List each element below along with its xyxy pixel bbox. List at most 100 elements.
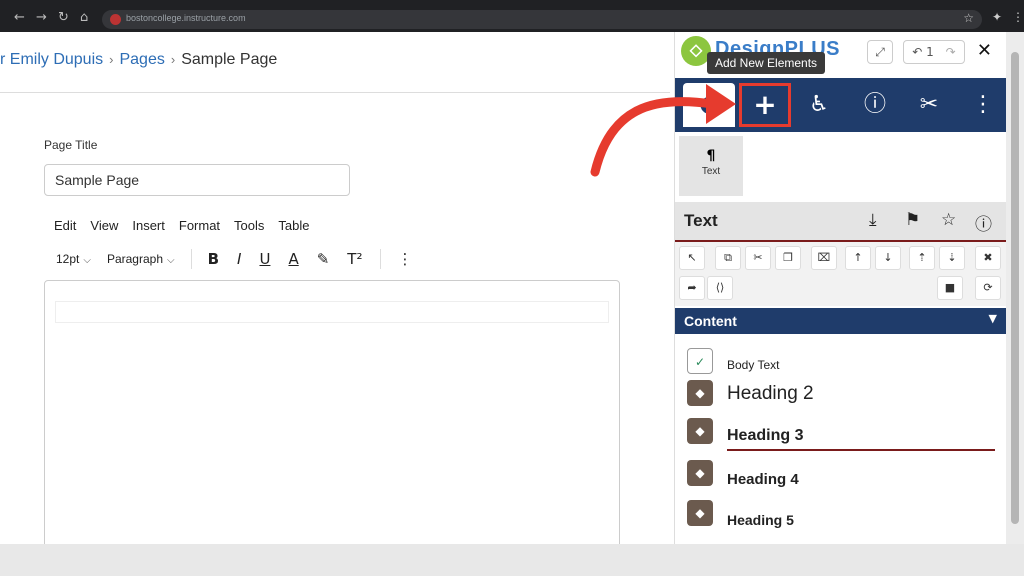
underline-button[interactable]: U (259, 250, 270, 268)
font-size-value: 12pt (56, 252, 80, 266)
more-options-icon[interactable]: ⋮ (397, 250, 412, 268)
italic-button[interactable]: I (237, 250, 241, 268)
insert-after-icon[interactable]: ⇣ (939, 246, 965, 270)
designplus-tabbar: ● + ♿ ⓘ ✂ ⋮ (675, 78, 1007, 132)
content-item-label: Heading 2 (727, 383, 814, 404)
paragraph-icon: ¶ (706, 148, 716, 164)
undo-redo-group: ↶ 1 ↷ (903, 40, 965, 64)
help-icon[interactable]: ⓘ (849, 83, 901, 127)
breadcrumb-current: Sample Page (181, 51, 278, 68)
element-tools: ↖ ⧉ ✂ ❐ ⌧ ↑ ↓ ⇡ ⇣ ✖ ➦ ⟨⟩ ■ ⟳ (675, 242, 1007, 306)
menu-view[interactable]: View (90, 218, 118, 233)
checkmark-icon: ✓ (687, 348, 713, 374)
browser-toolbar: ← → ↻ ⌂ bostoncollege.instructure.com ☆ … (0, 0, 1024, 32)
drag-handle-icon[interactable]: ◆ (687, 500, 713, 526)
close-icon[interactable]: ✕ (977, 40, 992, 61)
toolbar-divider (190, 249, 192, 269)
toolbar-divider (380, 249, 382, 269)
address-bar[interactable]: bostoncollege.instructure.com ☆ (102, 10, 982, 29)
site-favicon-icon (110, 14, 121, 25)
forward-icon[interactable]: → (36, 10, 47, 25)
section-header: Text ⤓ ⚑ ☆ ⓘ (675, 202, 1007, 242)
menu-format[interactable]: Format (179, 218, 220, 233)
scrollbar-thumb[interactable] (1011, 52, 1019, 524)
redo-icon[interactable]: ↷ (946, 45, 956, 59)
tab-current-icon[interactable]: ● (683, 83, 735, 127)
move-down-icon[interactable]: ↓ (875, 246, 901, 270)
trash-icon[interactable]: ✖ (975, 246, 1001, 270)
chevron-down-icon[interactable]: ▼ (989, 312, 997, 325)
bookmark-star-icon[interactable]: ☆ (963, 11, 974, 25)
content-item-label: Body Text (727, 358, 780, 372)
more-vertical-icon[interactable]: ⋮ (957, 83, 1009, 127)
page-title-input[interactable] (44, 164, 350, 196)
refresh-icon[interactable]: ⟳ (975, 276, 1001, 300)
breadcrumb-separator: › (109, 52, 114, 67)
editor-menubar: Edit View Insert Format Tools Table (54, 218, 309, 233)
drag-handle-icon[interactable]: ◆ (687, 460, 713, 486)
editor-content-block[interactable] (55, 301, 609, 323)
tools-icon[interactable]: ✂ (903, 83, 955, 127)
content-item-label: Heading 4 (727, 471, 799, 488)
download-icon[interactable]: ⤓ (869, 210, 877, 230)
designplus-panel: ◇ DesignPLUS ⤢ ↶ 1 ↷ ✕ ● + ♿ ⓘ ✂ ⋮ Add N… (674, 32, 1007, 544)
text-color-button[interactable]: A (288, 250, 298, 268)
drag-handle-icon[interactable]: ◆ (687, 418, 713, 444)
expand-icon[interactable]: ⤢ (867, 40, 893, 64)
insert-before-icon[interactable]: ⇡ (909, 246, 935, 270)
content-item-label: Heading 3 (727, 427, 804, 444)
menu-table[interactable]: Table (278, 218, 309, 233)
copy-icon[interactable]: ⧉ (715, 246, 741, 270)
duplicate-icon[interactable]: ❐ (775, 246, 801, 270)
rich-content-editor[interactable] (44, 280, 620, 544)
undo-count: 1 (926, 45, 934, 59)
address-url[interactable]: bostoncollege.instructure.com (126, 13, 246, 23)
breadcrumb-separator: › (170, 52, 176, 67)
back-icon[interactable]: ← (14, 10, 25, 25)
canvas-app: r Emily Dupuis › Pages › Sample Page Page Ti… (0, 32, 1010, 544)
header-divider (0, 92, 670, 93)
content-section-header[interactable]: Content ▼ (675, 308, 1007, 334)
code-icon[interactable]: ⟨⟩ (707, 276, 733, 300)
redo-arrow-icon[interactable]: ➦ (679, 276, 705, 300)
reload-icon[interactable]: ↻ (58, 10, 69, 25)
clear-format-icon[interactable]: ⌧ (811, 246, 837, 270)
text-element-label: Text (701, 166, 721, 177)
breadcrumb-pages-link[interactable]: Pages (119, 51, 164, 68)
menu-edit[interactable]: Edit (54, 218, 76, 233)
section-title: Text (684, 211, 718, 230)
font-size-select[interactable]: 12pt ⌵ (56, 252, 91, 266)
page-title-label: Page Title (44, 138, 98, 152)
accessibility-icon[interactable]: ♿ (793, 83, 845, 127)
home-icon[interactable]: ⌂ (80, 10, 88, 25)
undo-icon[interactable]: ↶ (912, 45, 922, 59)
content-title: Content (684, 313, 737, 329)
content-item-label: Heading 5 (727, 512, 794, 528)
editor-toolbar: 12pt ⌵ Paragraph ⌵ B I U A ✎ T² ⋮ (56, 248, 430, 270)
heading-3-underline (727, 449, 995, 451)
chevron-down-icon: ⌵ (83, 255, 91, 266)
cut-icon[interactable]: ✂ (745, 246, 771, 270)
drag-handle-icon[interactable]: ◆ (687, 380, 713, 406)
extensions-icon[interactable]: ✦ (992, 10, 1002, 24)
superscript-button[interactable]: T² (347, 250, 362, 268)
bold-button[interactable]: B (208, 250, 219, 268)
menu-insert[interactable]: Insert (132, 218, 165, 233)
highlight-color-button[interactable]: ✎ (317, 250, 330, 268)
block-format-value: Paragraph (106, 252, 163, 266)
chevron-down-icon: ⌵ (167, 255, 175, 266)
breadcrumb-course-link[interactable]: r Emily Dupuis (0, 51, 103, 68)
breadcrumb: r Emily Dupuis › Pages › Sample Page (0, 51, 277, 69)
text-element-tile[interactable]: ¶ Text (679, 136, 743, 196)
star-icon[interactable]: ☆ (941, 210, 956, 230)
add-new-elements-button[interactable]: + (739, 83, 791, 127)
info-icon[interactable]: ⓘ (975, 210, 992, 235)
block-format-select[interactable]: Paragraph ⌵ (107, 252, 175, 266)
cursor-icon[interactable]: ↖ (679, 246, 705, 270)
browser-menu-icon[interactable]: ⋮ (1012, 10, 1024, 24)
page-scrollbar[interactable] (1006, 32, 1024, 544)
lock-icon[interactable]: ■ (937, 276, 963, 300)
move-up-icon[interactable]: ↑ (845, 246, 871, 270)
footprints-icon[interactable]: ⚑ (905, 210, 920, 230)
menu-tools[interactable]: Tools (234, 218, 264, 233)
